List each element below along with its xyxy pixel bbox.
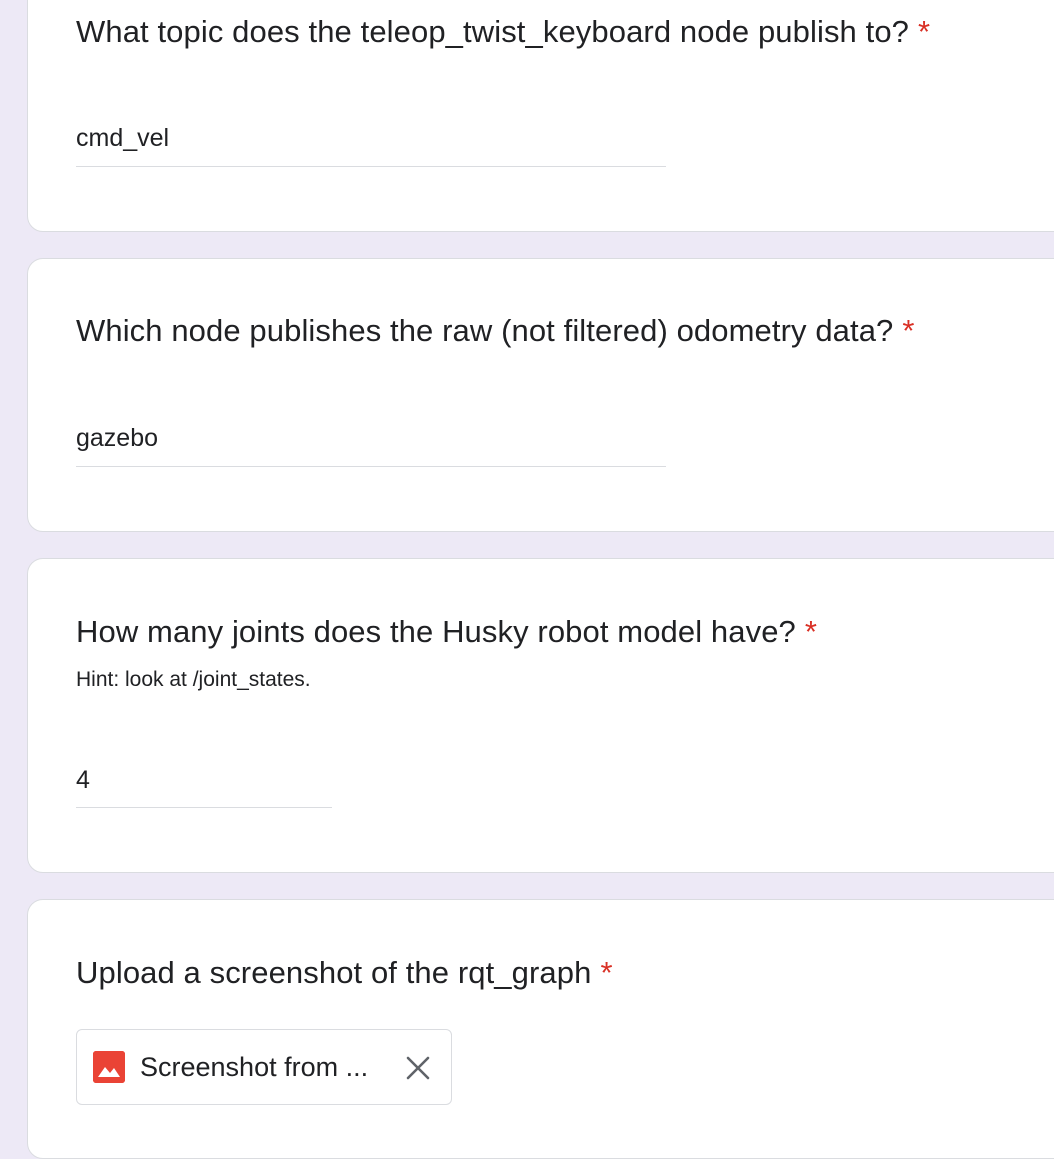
question-card-topic: What topic does the teleop_twist_keyboar…: [27, 0, 1054, 232]
answer-underline: [76, 166, 666, 167]
required-asterisk: *: [918, 14, 931, 49]
answer-input[interactable]: cmd_vel: [76, 123, 169, 153]
question-title-text: How many joints does the Husky robot mod…: [76, 614, 796, 649]
answer-input[interactable]: gazebo: [76, 423, 158, 453]
close-icon[interactable]: [405, 1055, 431, 1081]
required-asterisk: *: [902, 313, 915, 348]
answer-underline: [76, 807, 332, 808]
uploaded-file-chip[interactable]: Screenshot from ...: [76, 1029, 452, 1105]
answer-underline: [76, 466, 666, 467]
question-title-text: What topic does the teleop_twist_keyboar…: [76, 14, 910, 49]
required-asterisk: *: [600, 955, 613, 990]
question-title: How many joints does the Husky robot mod…: [76, 613, 817, 651]
required-asterisk: *: [804, 614, 818, 649]
question-title-text: Upload a screenshot of the rqt_graph: [76, 955, 592, 990]
question-card-upload: Upload a screenshot of the rqt_graph * Sc…: [27, 899, 1054, 1159]
question-title-text: Which node publishes the raw (not filter…: [76, 313, 894, 348]
image-file-icon: [93, 1051, 125, 1083]
question-hint: Hint: look at /joint_states.: [76, 668, 311, 691]
question-title: What topic does the teleop_twist_keyboar…: [76, 13, 930, 51]
answer-input[interactable]: 4: [76, 765, 90, 795]
question-card-odometry: Which node publishes the raw (not filter…: [27, 258, 1054, 532]
uploaded-file-name[interactable]: Screenshot from ...: [140, 1050, 368, 1084]
question-title: Which node publishes the raw (not filter…: [76, 312, 915, 350]
question-card-joints: How many joints does the Husky robot mod…: [27, 558, 1054, 873]
question-title: Upload a screenshot of the rqt_graph *: [76, 954, 613, 992]
